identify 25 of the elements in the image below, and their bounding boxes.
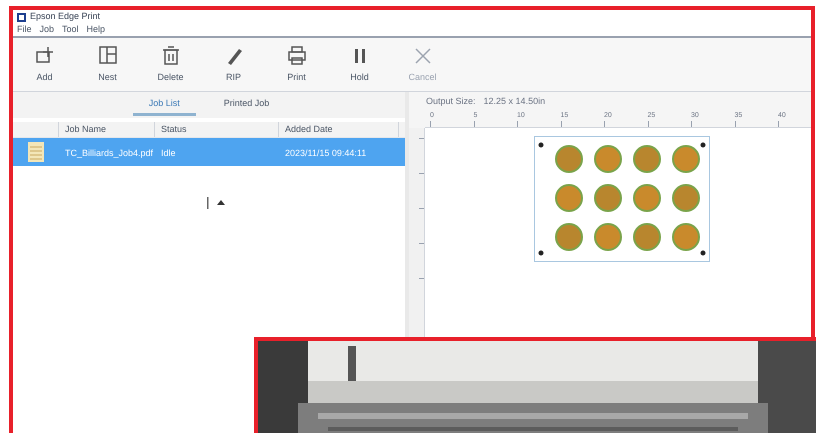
toolbar-button[interactable]: Print	[265, 40, 328, 90]
output-size-label: Output Size:	[426, 95, 476, 108]
toolbar-button[interactable]: Add	[13, 40, 76, 90]
menu-item[interactable]: Help	[86, 23, 106, 37]
table-cell: Idle	[161, 148, 176, 158]
column-header: Added Date	[285, 122, 333, 136]
tab[interactable]: Printed Job	[208, 96, 286, 116]
print-icon	[286, 44, 308, 67]
menu-item[interactable]: File	[17, 23, 32, 37]
menu-item[interactable]: Tool	[62, 23, 79, 37]
toolbar-button[interactable]: Hold	[328, 40, 391, 90]
toolbar-button[interactable]: RIP	[202, 40, 265, 90]
menu-item[interactable]: Job	[40, 23, 54, 37]
table-cell: 2023/11/15 09:44:11	[285, 148, 366, 158]
panels-icon	[96, 44, 118, 67]
column-header: Job Name	[65, 122, 106, 136]
window-title: Epson Edge Print	[30, 10, 100, 24]
app-icon	[17, 12, 26, 22]
column-header: Status	[161, 122, 187, 136]
document-icon	[28, 142, 44, 162]
table-cell: TC_Billiards_Job4.pdf	[65, 148, 154, 158]
tab[interactable]: Job List	[132, 96, 196, 116]
toolbar-button[interactable]: Delete	[139, 40, 202, 90]
toolbar-button[interactable]: Nest	[76, 40, 139, 90]
output-size-value: 12.25 x 14.50in	[484, 95, 546, 108]
